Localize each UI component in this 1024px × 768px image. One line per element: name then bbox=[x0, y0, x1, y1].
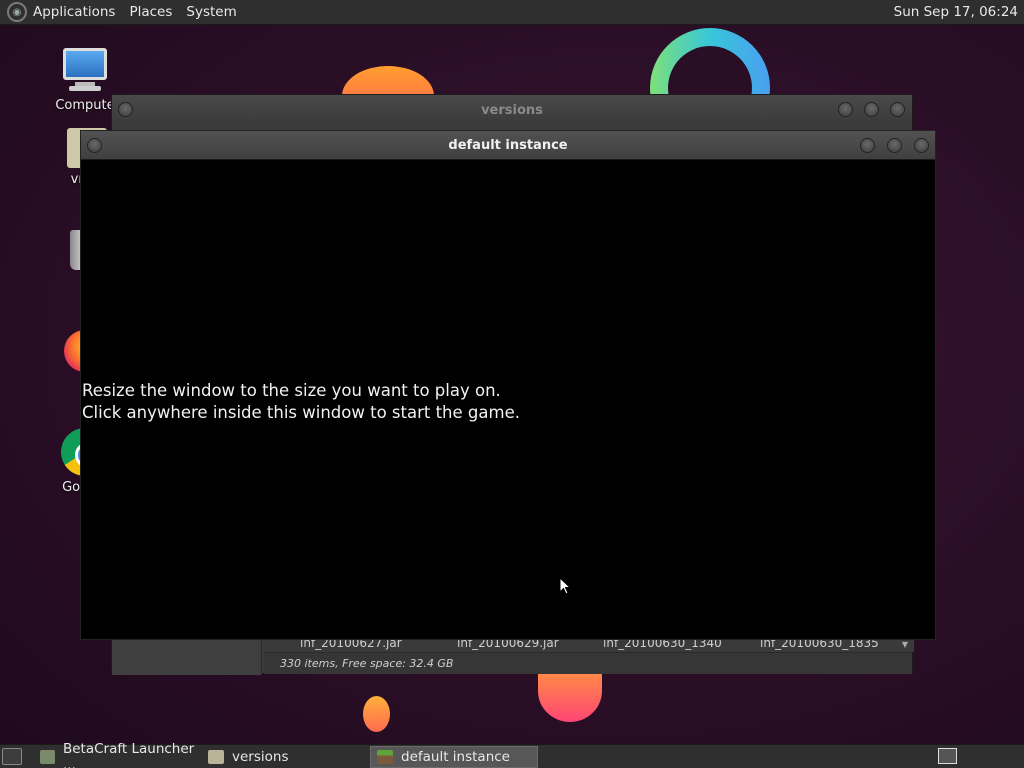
instruction-line: Resize the window to the size you want t… bbox=[82, 381, 501, 400]
maximize-button[interactable] bbox=[864, 102, 879, 117]
status-text: 330 items, Free space: 32.4 GB bbox=[280, 657, 454, 670]
wallpaper-blob bbox=[363, 696, 390, 732]
status-bar: 330 items, Free space: 32.4 GB bbox=[264, 652, 912, 674]
game-canvas[interactable]: Resize the window to the size you want t… bbox=[81, 160, 935, 639]
minimize-button[interactable] bbox=[860, 138, 875, 153]
window-menu-button[interactable] bbox=[87, 138, 102, 153]
top-panel: ◉ Applications Places System Sun Sep 17,… bbox=[0, 0, 1024, 25]
minecraft-icon bbox=[377, 750, 393, 764]
betacraft-icon bbox=[40, 750, 55, 764]
task-label: default instance bbox=[401, 749, 510, 765]
instance-titlebar[interactable]: default instance bbox=[81, 131, 935, 160]
task-label: BetaCraft Launcher ... bbox=[62, 741, 195, 768]
close-button[interactable] bbox=[914, 138, 929, 153]
file-item[interactable]: inf_20100630_1835 bbox=[760, 640, 879, 650]
computer-icon bbox=[61, 46, 109, 94]
clock[interactable]: Sun Sep 17, 06:24 bbox=[894, 4, 1018, 20]
file-item[interactable]: inf_20100630_1340 bbox=[603, 640, 722, 650]
maximize-button[interactable] bbox=[887, 138, 902, 153]
minimize-button[interactable] bbox=[838, 102, 853, 117]
close-button[interactable] bbox=[890, 102, 905, 117]
file-item[interactable]: inf_20100627.jar bbox=[300, 640, 402, 650]
window-title: versions bbox=[481, 102, 543, 118]
workspace-switcher[interactable] bbox=[938, 748, 957, 764]
launch-instructions: Resize the window to the size you want t… bbox=[82, 380, 520, 424]
mate-logo-icon[interactable]: ◉ bbox=[7, 2, 27, 22]
instruction-line: Click anywhere inside this window to sta… bbox=[82, 403, 520, 422]
versions-titlebar[interactable]: versions bbox=[112, 95, 912, 125]
desktop-icon-label: Compute bbox=[55, 98, 115, 113]
window-menu-button[interactable] bbox=[118, 102, 133, 117]
bottom-panel: BetaCraft Launcher ... versions default … bbox=[0, 741, 1024, 768]
file-item[interactable]: inf_20100629.jar bbox=[457, 640, 559, 650]
system-menu[interactable]: System bbox=[186, 4, 236, 20]
applications-menu[interactable]: Applications bbox=[33, 4, 115, 20]
places-menu[interactable]: Places bbox=[129, 4, 172, 20]
window-title: default instance bbox=[448, 137, 568, 153]
taskbar-item-betacraft[interactable]: BetaCraft Launcher ... bbox=[34, 741, 202, 768]
file-grid[interactable]: inf_20100627.jar inf_20100629.jar inf_20… bbox=[264, 640, 914, 652]
places-sidebar[interactable] bbox=[112, 640, 262, 675]
show-desktop-icon[interactable] bbox=[2, 748, 22, 765]
task-label: versions bbox=[232, 749, 289, 765]
taskbar-item-default-instance[interactable]: default instance bbox=[370, 746, 538, 768]
scroll-down-arrow-icon[interactable]: ▼ bbox=[902, 640, 908, 649]
default-instance-window[interactable]: default instance Resize the window to th… bbox=[80, 130, 936, 640]
folder-icon bbox=[208, 750, 224, 764]
taskbar-item-versions[interactable]: versions bbox=[202, 746, 370, 768]
